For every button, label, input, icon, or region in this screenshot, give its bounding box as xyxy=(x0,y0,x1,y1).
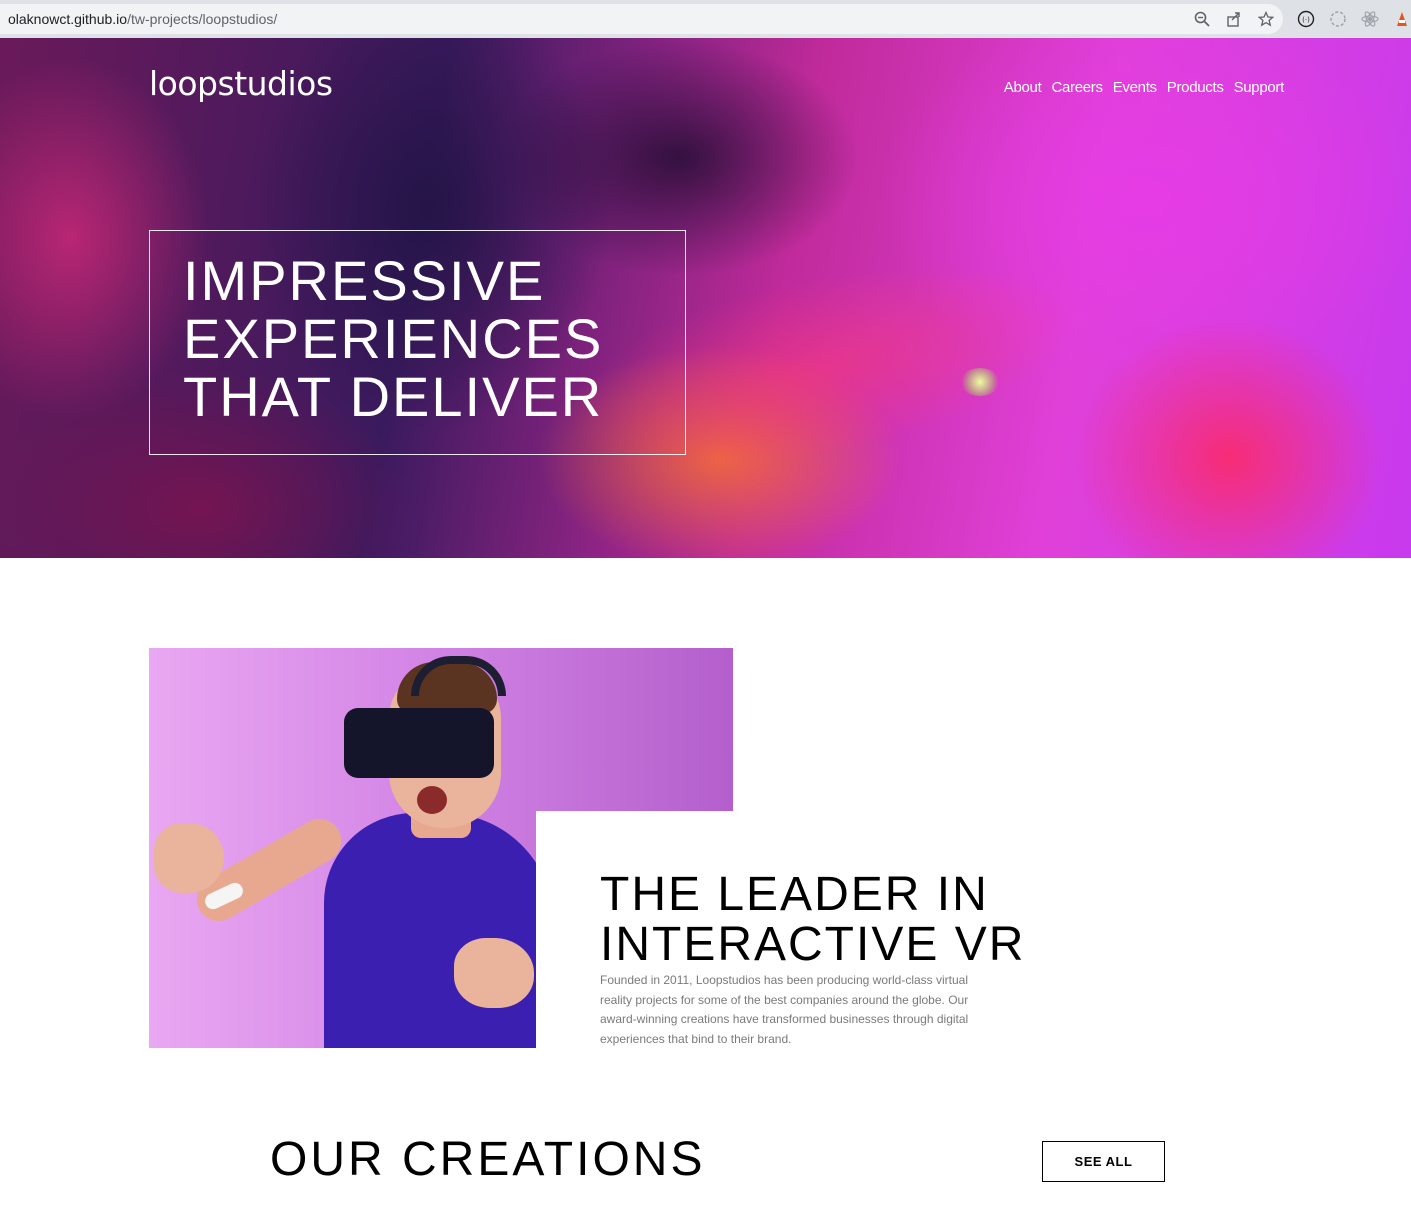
nav-products[interactable]: Products xyxy=(1167,79,1224,96)
about-title-line: THE LEADER IN xyxy=(600,868,989,921)
nav-careers[interactable]: Careers xyxy=(1051,79,1103,96)
hero-title: IMPRESSIVE EXPERIENCES THAT DELIVER xyxy=(183,252,653,426)
browser-toolbar: olaknowct.github.io/tw-projects/loopstud… xyxy=(0,0,1411,38)
about-title: THE LEADER IN INTERACTIVE VR xyxy=(600,870,1025,970)
extension-icon[interactable] xyxy=(1359,8,1381,30)
creations-title: OUR CREATIONS xyxy=(270,1133,706,1186)
extension-icon[interactable]: (·) xyxy=(1295,8,1317,30)
person-hand xyxy=(454,938,534,1008)
see-all-button[interactable]: SEE ALL xyxy=(1042,1141,1165,1182)
hero-title-line: IMPRESSIVE xyxy=(183,249,546,312)
bookmark-star-icon[interactable] xyxy=(1255,8,1277,30)
hero-light-dot xyxy=(960,368,1000,396)
nav-support[interactable]: Support xyxy=(1234,79,1285,96)
extension-icon[interactable] xyxy=(1327,8,1349,30)
about-text: Founded in 2011, Loopstudios has been pr… xyxy=(600,973,969,1046)
person-mouth xyxy=(417,786,447,814)
url-host: olaknowct.github.io xyxy=(8,11,128,27)
hero-title-line: EXPERIENCES xyxy=(183,307,604,370)
about-title-line: INTERACTIVE VR xyxy=(600,918,1026,971)
share-icon[interactable] xyxy=(1223,8,1245,30)
person-hand xyxy=(154,823,224,893)
url-text[interactable]: olaknowct.github.io/tw-projects/loopstud… xyxy=(8,11,277,27)
extension-icon[interactable] xyxy=(1391,8,1411,30)
vr-headset xyxy=(344,708,494,778)
main-nav: About Careers Events Products Support xyxy=(1004,79,1285,96)
svg-text:(·): (·) xyxy=(1302,16,1310,24)
hero-title-line: THAT DELIVER xyxy=(183,365,604,428)
url-path: /tw-projects/loopstudios/ xyxy=(127,11,278,27)
nav-events[interactable]: Events xyxy=(1113,79,1157,96)
person-shirt xyxy=(324,813,554,1048)
site-logo[interactable]: loopstudios xyxy=(149,64,333,103)
nav-about[interactable]: About xyxy=(1004,79,1042,96)
zoom-icon[interactable] xyxy=(1191,8,1213,30)
address-bar[interactable]: olaknowct.github.io/tw-projects/loopstud… xyxy=(0,4,1283,34)
